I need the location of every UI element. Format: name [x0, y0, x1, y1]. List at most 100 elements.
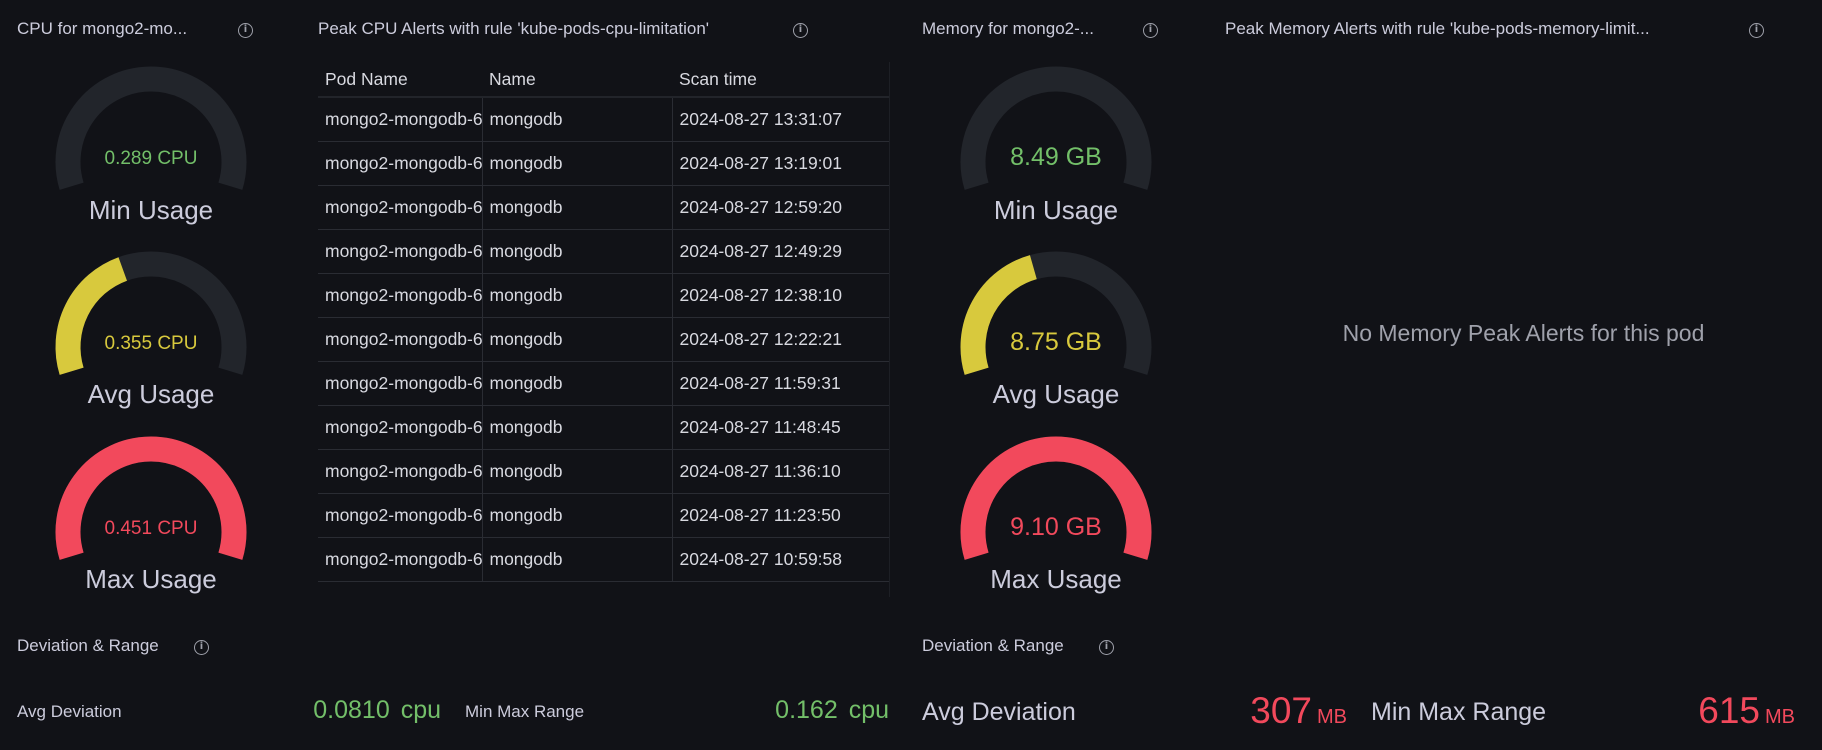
gauge-arc — [960, 436, 1152, 560]
min-max-range-value: 615 MB — [1698, 690, 1795, 732]
cell-pod-name: mongo2-mongodb-66 — [318, 185, 482, 230]
stat-number: 0.0810 — [313, 696, 390, 724]
cell-name: mongodb — [481, 361, 672, 406]
cell-name: mongodb — [481, 449, 672, 494]
table-row[interactable]: mongo2-mongodb-66 mongodb 2024-08-27 12:22… — [318, 317, 889, 362]
gauge-value: 0.289 CPU — [104, 148, 198, 169]
gauge-label: Min Usage — [88, 195, 214, 225]
cell-scan-time: 2024-08-27 11:59:31 — [671, 361, 889, 406]
cell-pod-name: mongo2-mongodb-66 — [318, 449, 482, 494]
cell-scan-time: 2024-08-27 11:23:50 — [671, 493, 889, 538]
gauge-label: Avg Usage — [87, 379, 215, 409]
cell-pod-name: mongo2-mongodb-66 — [318, 273, 482, 318]
cell-scan-time: 2024-08-27 11:48:45 — [671, 405, 889, 450]
table-row[interactable]: mongo2-mongodb-66 mongodb 2024-08-27 11:23… — [318, 493, 889, 538]
avg-deviation-value: 307 MB — [1250, 690, 1347, 732]
cpu-max-gauge: 0.451 CPU Max Usage — [31, 427, 271, 612]
info-icon[interactable]: i — [238, 23, 253, 38]
cell-scan-time: 2024-08-27 11:36:10 — [671, 449, 889, 494]
column-header-pod-name[interactable]: Pod Name — [318, 62, 482, 98]
info-icon[interactable]: i — [1099, 640, 1114, 655]
cpu-alerts-table: Pod Name Name Scan time mongo2-mongodb-6… — [318, 62, 889, 582]
cell-scan-time: 2024-08-27 12:59:20 — [671, 185, 889, 230]
stat-number: 307 — [1250, 690, 1312, 731]
table-row[interactable]: mongo2-mongodb-66 mongodb 2024-08-27 10:59… — [318, 537, 889, 582]
info-icon[interactable]: i — [194, 640, 209, 655]
memory-panel-title: Memory for mongo2-... — [922, 19, 1094, 38]
cell-pod-name: mongo2-mongodb-66 — [318, 229, 482, 274]
cell-name: mongodb — [481, 273, 672, 318]
cell-name: mongodb — [481, 405, 672, 450]
memory-max-gauge: 9.10 GB Max Usage — [936, 427, 1176, 612]
cell-scan-time: 2024-08-27 10:59:58 — [671, 537, 889, 582]
cell-pod-name: mongo2-mongodb-66 — [318, 361, 482, 406]
table-header-row: Pod Name Name Scan time — [318, 62, 889, 98]
cell-scan-time: 2024-08-27 13:31:07 — [671, 97, 889, 142]
cell-pod-name: mongo2-mongodb-66 — [318, 493, 482, 538]
stat-number: 615 — [1698, 690, 1760, 731]
cell-pod-name: mongo2-mongodb-66 — [318, 537, 482, 582]
cpu-panel-title: CPU for mongo2-mo... — [17, 19, 188, 38]
stat-unit: MB — [1765, 706, 1795, 728]
stat-unit: cpu — [848, 696, 889, 724]
memory-alerts-title: Peak Memory Alerts with rule 'kube-pods-… — [1225, 19, 1650, 38]
memory-avg-gauge: 8.75 GB Avg Usage — [936, 242, 1176, 427]
avg-deviation-label: Avg Deviation — [922, 698, 1076, 726]
table-scrollbar-track — [889, 62, 890, 597]
cell-pod-name: mongo2-mongodb-66 — [318, 97, 482, 142]
cell-name: mongodb — [481, 141, 672, 186]
avg-deviation-label: Avg Deviation — [17, 702, 122, 721]
cell-scan-time: 2024-08-27 12:38:10 — [671, 273, 889, 318]
cell-name: mongodb — [481, 537, 672, 582]
table-row[interactable]: mongo2-mongodb-66 mongodb 2024-08-27 12:49… — [318, 229, 889, 274]
cell-scan-time: 2024-08-27 12:49:29 — [671, 229, 889, 274]
cell-pod-name: mongo2-mongodb-66 — [318, 141, 482, 186]
cpu-min-gauge: 0.289 CPU Min Usage — [31, 57, 271, 242]
cell-pod-name: mongo2-mongodb-66 — [318, 405, 482, 450]
min-max-range-label: Min Max Range — [465, 702, 585, 721]
gauge-arc — [55, 251, 247, 375]
gauge-label: Max Usage — [85, 564, 217, 594]
min-max-range-value: 0.162 cpu — [775, 696, 889, 725]
stat-unit: cpu — [400, 696, 441, 724]
gauge-value: 8.49 GB — [1010, 143, 1102, 171]
cell-name: mongodb — [481, 97, 672, 142]
cell-pod-name: mongo2-mongodb-66 — [318, 317, 482, 362]
info-icon[interactable]: i — [1143, 23, 1158, 38]
empty-state-message: No Memory Peak Alerts for this pod — [1342, 320, 1705, 346]
gauge-arc — [960, 66, 1152, 190]
gauge-label: Avg Usage — [992, 379, 1120, 409]
gauge-track — [55, 66, 247, 190]
table-row[interactable]: mongo2-mongodb-66 mongodb 2024-08-27 12:59… — [318, 185, 889, 230]
cpu-deviation-title: Deviation & Range — [17, 636, 159, 655]
gauge-arc — [55, 436, 247, 560]
min-max-range-label: Min Max Range — [1371, 698, 1547, 726]
info-icon[interactable]: i — [793, 23, 808, 38]
cell-name: mongodb — [481, 229, 672, 274]
gauge-fill — [55, 436, 247, 560]
gauge-fill — [55, 257, 128, 375]
gauge-label: Max Usage — [990, 564, 1122, 594]
table-row[interactable]: mongo2-mongodb-66 mongodb 2024-08-27 11:48… — [318, 405, 889, 450]
table-row[interactable]: mongo2-mongodb-66 mongodb 2024-08-27 13:31… — [318, 97, 889, 142]
cell-scan-time: 2024-08-27 12:22:21 — [671, 317, 889, 362]
table-row[interactable]: mongo2-mongodb-66 mongodb 2024-08-27 12:38… — [318, 273, 889, 318]
cpu-alerts-title: Peak CPU Alerts with rule 'kube-pods-cpu… — [318, 19, 710, 38]
table-row[interactable]: mongo2-mongodb-66 mongodb 2024-08-27 13:19… — [318, 141, 889, 186]
table-row[interactable]: mongo2-mongodb-66 mongodb 2024-08-27 11:59… — [318, 361, 889, 406]
table-row[interactable]: mongo2-mongodb-66 mongodb 2024-08-27 11:36… — [318, 449, 889, 494]
gauge-value: 0.355 CPU — [104, 333, 198, 354]
gauge-label: Min Usage — [993, 195, 1119, 225]
column-header-scan-time[interactable]: Scan time — [672, 62, 889, 98]
gauge-arc — [55, 66, 247, 190]
gauge-value: 0.451 CPU — [104, 518, 198, 539]
info-icon[interactable]: i — [1749, 23, 1764, 38]
column-header-name[interactable]: Name — [482, 62, 672, 98]
cell-name: mongodb — [481, 493, 672, 538]
avg-deviation-value: 0.0810 cpu — [313, 696, 441, 725]
gauge-value: 8.75 GB — [1010, 328, 1102, 356]
cell-scan-time: 2024-08-27 13:19:01 — [671, 141, 889, 186]
stat-number: 0.162 — [775, 696, 838, 724]
cpu-avg-gauge: 0.355 CPU Avg Usage — [31, 242, 271, 427]
stat-unit: MB — [1317, 706, 1347, 728]
